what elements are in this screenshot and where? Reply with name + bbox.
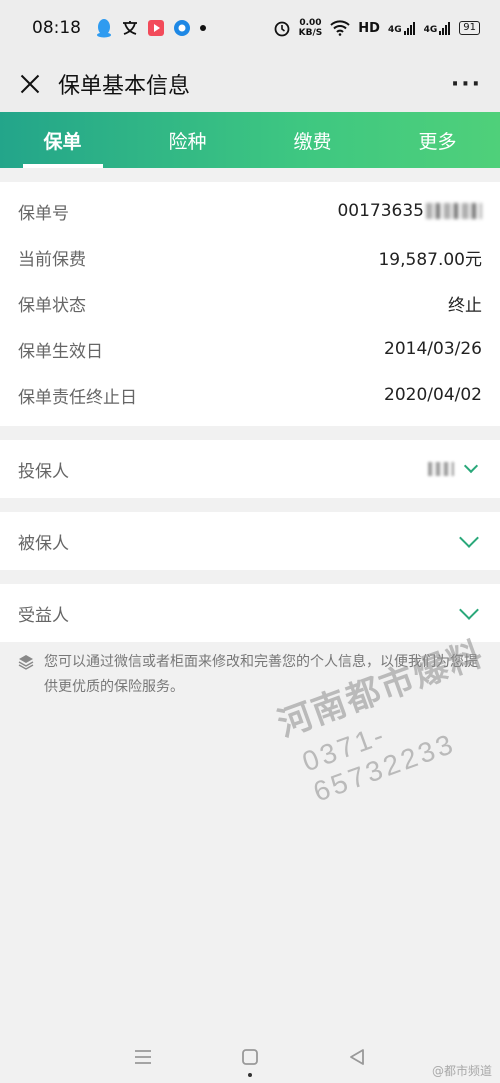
effective-date-label: 保单生效日 xyxy=(18,341,103,362)
network-type-1: 4G xyxy=(387,25,402,35)
video-app-icon xyxy=(147,19,165,37)
battery-icon: 91 xyxy=(459,21,480,35)
tab-payment[interactable]: 缴费 xyxy=(250,112,375,168)
back-icon xyxy=(349,1048,364,1065)
source-watermark: @都市频道 xyxy=(431,1064,492,1078)
home-button[interactable] xyxy=(230,1037,270,1077)
tab-policy[interactable]: 保单 xyxy=(0,112,125,168)
page-title: 保单基本信息 xyxy=(58,74,191,99)
beneficiary-label: 受益人 xyxy=(18,605,69,626)
effective-date-row: 保单生效日 2014/03/26 xyxy=(0,326,500,372)
hd-label: HD xyxy=(358,20,380,36)
redacted-mask xyxy=(428,462,454,476)
wifi-icon xyxy=(330,20,350,36)
policy-status-value: 终止 xyxy=(448,295,482,316)
current-premium-label: 当前保费 xyxy=(18,249,86,270)
layers-icon xyxy=(18,654,36,700)
page-header: 保单基本信息 ··· xyxy=(0,56,500,112)
policyholder-row[interactable]: 投保人 xyxy=(0,440,500,498)
browser-icon xyxy=(173,19,191,37)
dot-icon xyxy=(199,24,207,32)
policyholder-label: 投保人 xyxy=(18,461,69,482)
tab-coverage[interactable]: 险种 xyxy=(125,112,250,168)
signal-1: 4G xyxy=(388,21,416,35)
end-date-row: 保单责任终止日 2020/04/02 xyxy=(0,372,500,418)
more-options-button[interactable]: ··· xyxy=(451,72,482,97)
effective-date-value: 2014/03/26 xyxy=(384,339,482,359)
speed-value: 0.00 xyxy=(299,18,322,28)
end-date-value: 2020/04/02 xyxy=(384,385,482,405)
notification-icons xyxy=(95,18,207,38)
policyholder-value-wrap xyxy=(428,458,482,476)
current-premium-row: 当前保费 19,587.00元 xyxy=(0,234,500,280)
current-premium-value: 19,587.00元 xyxy=(378,249,482,270)
policy-number-value-wrap: 00173635 xyxy=(337,201,482,221)
tab-more[interactable]: 更多 xyxy=(375,112,500,168)
close-button[interactable] xyxy=(18,72,42,96)
translate-icon xyxy=(121,19,139,37)
back-button[interactable] xyxy=(337,1037,377,1077)
menu-icon xyxy=(135,1049,152,1064)
chevron-down-icon[interactable] xyxy=(463,458,479,474)
insured-label: 被保人 xyxy=(18,533,69,554)
home-icon xyxy=(242,1048,258,1065)
signal-icon xyxy=(403,22,415,35)
policy-number-label: 保单号 xyxy=(18,203,69,224)
policy-number-value: 00173635 xyxy=(337,201,424,221)
signal-icon xyxy=(439,22,451,35)
status-indicators: 0.00 KB/S HD 4G 4G 91 xyxy=(273,18,480,38)
network-type-2: 4G xyxy=(423,25,438,35)
policy-number-row: 保单号 00173635 xyxy=(0,188,500,234)
chevron-down-icon[interactable] xyxy=(459,600,479,620)
tab-bar: 保单 险种 缴费 更多 xyxy=(0,112,500,168)
insured-row[interactable]: 被保人 xyxy=(0,512,500,570)
qq-icon xyxy=(95,18,113,38)
alarm-icon xyxy=(273,19,291,37)
signal-2: 4G xyxy=(424,21,452,35)
status-time: 08:18 xyxy=(32,18,81,38)
nav-indicator-dot xyxy=(248,1073,252,1077)
policy-info-card: 保单号 00173635 当前保费 19,587.00元 保单状态 终止 保单生… xyxy=(0,182,500,426)
redacted-mask xyxy=(426,203,482,219)
chevron-down-icon[interactable] xyxy=(459,528,479,548)
beneficiary-row[interactable]: 受益人 xyxy=(0,584,500,642)
speed-unit: KB/S xyxy=(298,28,323,38)
network-speed: 0.00 KB/S xyxy=(299,18,323,38)
policy-status-label: 保单状态 xyxy=(18,295,86,316)
end-date-label: 保单责任终止日 xyxy=(18,387,137,408)
status-bar: 08:18 0.00 KB/S HD 4G 4G 91 xyxy=(0,0,500,56)
policy-status-row: 保单状态 终止 xyxy=(0,280,500,326)
menu-button[interactable] xyxy=(123,1037,163,1077)
